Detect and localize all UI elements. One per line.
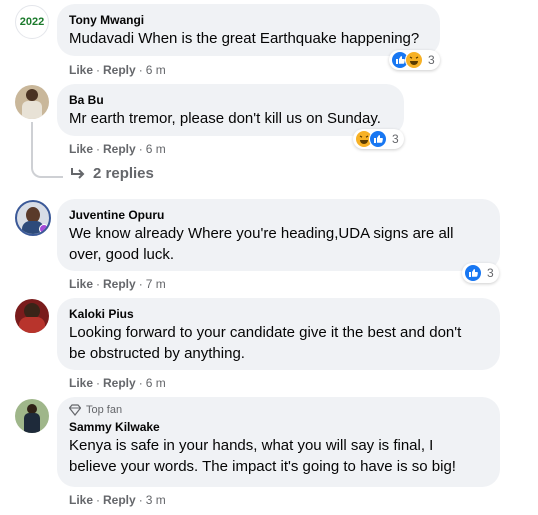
like-button[interactable]: Like bbox=[69, 277, 93, 291]
avatar[interactable] bbox=[15, 85, 49, 119]
avatar[interactable] bbox=[15, 200, 51, 236]
avatar-logo-text: 2022 bbox=[19, 16, 45, 28]
reply-button[interactable]: Reply bbox=[103, 142, 136, 156]
avatar[interactable] bbox=[15, 399, 49, 433]
replies-count-label: 2 replies bbox=[93, 165, 154, 182]
comment-bubble: Kaloki Pius Looking forward to your cand… bbox=[57, 298, 500, 370]
reaction-summary[interactable]: 3 bbox=[389, 50, 440, 70]
comment-actions: Like · Reply · 6 m bbox=[69, 376, 166, 390]
comment-bubble: Top fan Sammy Kilwake Kenya is safe in y… bbox=[57, 397, 500, 487]
like-button[interactable]: Like bbox=[69, 493, 93, 507]
comment-text-line: We know already Where you're heading,UDA… bbox=[69, 225, 454, 242]
commenter-name[interactable]: Tony Mwangi bbox=[69, 12, 428, 28]
diamond-icon bbox=[69, 404, 81, 416]
thread-line bbox=[31, 122, 33, 162]
comment-time[interactable]: 6 m bbox=[146, 142, 166, 156]
avatar[interactable] bbox=[15, 299, 49, 333]
reply-button[interactable]: Reply bbox=[103, 63, 136, 77]
comment-time[interactable]: 7 m bbox=[146, 277, 166, 291]
comment-time[interactable]: 6 m bbox=[146, 63, 166, 77]
like-button[interactable]: Like bbox=[69, 376, 93, 390]
haha-icon bbox=[405, 51, 423, 69]
comment-actions: Like · Reply · 7 m bbox=[69, 277, 166, 291]
like-icon bbox=[369, 130, 387, 148]
comment-bubble: Tony Mwangi Mudavadi When is the great E… bbox=[57, 4, 440, 56]
commenter-name[interactable]: Ba Bu bbox=[69, 92, 392, 108]
comment-text-line: Looking forward to your candidate give i… bbox=[69, 324, 462, 341]
comment-time[interactable]: 6 m bbox=[146, 376, 166, 390]
commenter-name[interactable]: Juventine Opuru bbox=[69, 207, 488, 223]
reply-arrow-icon bbox=[71, 168, 85, 179]
like-button[interactable]: Like bbox=[69, 63, 93, 77]
reaction-summary[interactable]: 3 bbox=[462, 263, 499, 283]
reply-button[interactable]: Reply bbox=[103, 376, 136, 390]
comment-actions: Like · Reply · 6 m bbox=[69, 63, 166, 77]
reaction-count: 3 bbox=[428, 53, 435, 67]
top-fan-badge: Top fan bbox=[69, 403, 488, 417]
reply-button[interactable]: Reply bbox=[103, 493, 136, 507]
avatar[interactable]: 2022 bbox=[15, 5, 49, 39]
comment-bubble: Juventine Opuru We know already Where yo… bbox=[57, 199, 500, 271]
comment-text-line: believe your words. The impact it's goin… bbox=[69, 458, 456, 475]
comment-actions: Like · Reply · 3 m bbox=[69, 493, 166, 507]
comment-text: Mr earth tremor, please don't kill us on… bbox=[69, 110, 381, 127]
reply-button[interactable]: Reply bbox=[103, 277, 136, 291]
comment-time[interactable]: 3 m bbox=[146, 493, 166, 507]
like-button[interactable]: Like bbox=[69, 142, 93, 156]
commenter-name[interactable]: Kaloki Pius bbox=[69, 306, 488, 322]
comment-text: Mudavadi When is the great Earthquake ha… bbox=[69, 30, 420, 47]
commenter-name[interactable]: Sammy Kilwake bbox=[69, 419, 488, 435]
reaction-count: 3 bbox=[392, 132, 399, 146]
comment-bubble: Ba Bu Mr earth tremor, please don't kill… bbox=[57, 84, 404, 136]
comment-text-line: over, good luck. bbox=[69, 246, 175, 263]
like-icon bbox=[464, 264, 482, 282]
comment-text-line: Kenya is safe in your hands, what you wi… bbox=[69, 437, 434, 454]
reaction-summary[interactable]: 3 bbox=[353, 129, 404, 149]
reaction-count: 3 bbox=[487, 266, 494, 280]
comment-actions: Like · Reply · 6 m bbox=[69, 142, 166, 156]
view-replies-link[interactable]: 2 replies bbox=[70, 164, 154, 184]
comment-text-line: be obstructed by anything. bbox=[69, 345, 245, 362]
thread-line-curve bbox=[31, 160, 63, 178]
